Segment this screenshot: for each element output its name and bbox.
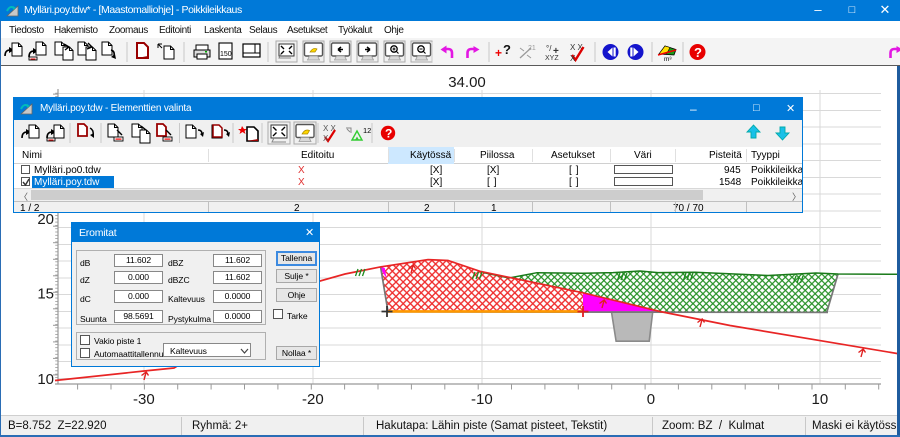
svg-text:X: X (570, 54, 576, 63)
svg-text:34.00: 34.00 (448, 74, 486, 91)
svg-text:XYZ: XYZ (545, 55, 559, 62)
svg-text:-20: -20 (302, 391, 324, 408)
svg-text:?: ? (694, 45, 702, 60)
svg-text:21: 21 (528, 45, 536, 52)
svg-text:m³: m³ (664, 56, 672, 63)
svg-text:?: ? (385, 127, 392, 141)
svg-text:20: 20 (37, 211, 54, 228)
svg-text:-30: -30 (133, 391, 155, 408)
svg-text:+: + (495, 46, 502, 60)
svg-text:-10: -10 (471, 391, 493, 408)
svg-text:15: 15 (37, 286, 54, 303)
svg-text:°/: °/ (546, 44, 552, 53)
svg-text:12: 12 (363, 126, 371, 135)
svg-text:?: ? (503, 42, 511, 57)
svg-text:0: 0 (647, 391, 655, 408)
svg-text:10: 10 (37, 371, 54, 388)
svg-text:150: 150 (220, 51, 232, 58)
svg-text:X: X (323, 134, 329, 143)
svg-text:10: 10 (812, 391, 829, 408)
